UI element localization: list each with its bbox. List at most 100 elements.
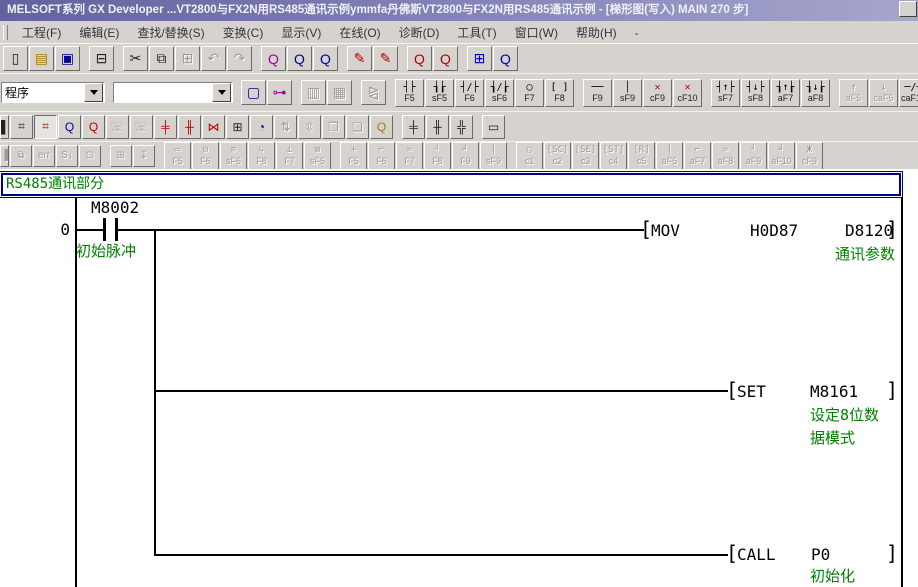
horizontal-line-button[interactable]: ── F9	[583, 79, 612, 107]
ladder-symbolic-view-button[interactable]: ⌗	[10, 115, 33, 139]
monitor-bar-button[interactable]: ▭	[482, 115, 505, 139]
sfc-delete-simultaneous-div-button[interactable]: = aF8	[712, 142, 739, 170]
project-data-list-button[interactable]: ⊞	[467, 46, 492, 71]
menubar-grip[interactable]	[3, 25, 8, 40]
data-type-combobox[interactable]: 程序	[1, 82, 105, 103]
block-grid-button[interactable]: ⊞	[110, 145, 132, 167]
sfc-simultaneous-divergence-button[interactable]: = F7	[396, 142, 423, 170]
doc-search-button[interactable]: ▢	[241, 80, 266, 105]
device-batch-button[interactable]: ⊞	[226, 115, 249, 139]
falling-pulse-branch-button[interactable]: ┧↓┟ aF8	[801, 79, 830, 107]
sfc-r-button[interactable]: [R] c5	[628, 142, 655, 170]
open-branch-button[interactable]: ┧┟ sF5	[425, 79, 454, 107]
declaration-insert-button[interactable]: ╬	[450, 115, 473, 139]
block-transfer-button[interactable]: ↧	[133, 145, 155, 167]
redo-button[interactable]: ↷	[227, 46, 252, 71]
paste-button[interactable]: ⊞	[175, 46, 200, 71]
sfc-selection-convergence-button[interactable]: ┘ F8	[424, 142, 451, 170]
menu-window[interactable]: 窗口(W)	[506, 23, 567, 43]
sfc-block-step-button[interactable]: ⊠ sF5	[304, 142, 331, 170]
device-zoom-button[interactable]: Q	[407, 46, 432, 71]
tb3-partial-button[interactable]: ▌	[0, 115, 9, 139]
copy-program-button[interactable]: ⧉	[10, 145, 32, 167]
comment-edit-button[interactable]: ✎	[347, 46, 372, 71]
new-project-button[interactable]: ▯	[3, 46, 28, 71]
write-mode-button[interactable]: Q	[82, 115, 105, 139]
invert-down-button[interactable]: ↓ caF5	[869, 79, 898, 107]
sfc-rule-write-button[interactable]: ▢ c1	[516, 142, 543, 170]
program-verify-button[interactable]: ⧎	[361, 80, 386, 105]
cut-button[interactable]: ✂	[123, 46, 148, 71]
application-instruction-button[interactable]: [ ] F8	[545, 79, 574, 107]
sfc-dummy-step-button[interactable]: ≡ sF6	[220, 142, 247, 170]
menu-diagnostics[interactable]: 诊断(D)	[390, 23, 449, 43]
closed-contact-button[interactable]: ┤/├ F6	[455, 79, 484, 107]
find-button[interactable]: Q	[261, 46, 286, 71]
menu-project[interactable]: 工程(F)	[13, 23, 70, 43]
step-break-button[interactable]: ⇳	[298, 115, 321, 139]
menu-help[interactable]: 帮助(H)	[567, 23, 626, 43]
device-find-button[interactable]: Q	[313, 46, 338, 71]
parameter-tree-button[interactable]: ⊶	[267, 80, 292, 105]
zoom-button[interactable]: Q	[433, 46, 458, 71]
falling-pulse-button[interactable]: ┤↓├ sF8	[741, 79, 770, 107]
statement-row[interactable]: RS485通讯部分	[1, 173, 901, 196]
menu-view[interactable]: 显示(V)	[272, 23, 330, 43]
ladder-edit-canvas[interactable]: RS485通讯部分 0 M8002 初始脉冲 [ MOV H0D87 D8120…	[0, 169, 918, 587]
menu-convert[interactable]: 变换(C)	[214, 23, 273, 43]
invert-result-button[interactable]: ─/─ caF10	[899, 79, 918, 107]
sfc-delete-simultaneous-conv-button[interactable]: ╛ aF10	[768, 142, 795, 170]
entry-data-monitor-button[interactable]: ◔	[250, 115, 273, 139]
sfc-initial-step-button[interactable]: ⊟ F6	[192, 142, 219, 170]
undo-button[interactable]: ↶	[201, 46, 226, 71]
sfc-jump-button[interactable]: ↳ F8	[248, 142, 275, 170]
window-cascade-button[interactable]: ❐	[322, 115, 345, 139]
chevron-down-icon[interactable]	[212, 83, 231, 102]
menu-minimized-dash[interactable]: -	[626, 23, 648, 43]
menu-edit[interactable]: 编辑(E)	[70, 23, 128, 43]
sfc-se-button[interactable]: [SE] c3	[572, 142, 599, 170]
sfc-vertical-line-button[interactable]: │ sF9	[480, 142, 507, 170]
sfc-sc-button[interactable]: [SC] c2	[544, 142, 571, 170]
ladder-edit-mode-button[interactable]: ⌗	[34, 115, 57, 139]
sfc-simultaneous-convergence-button[interactable]: ╛ F9	[452, 142, 479, 170]
delete-vertical-line-button[interactable]: ✕ cF10	[673, 79, 702, 107]
sfc-delete-selection-conv-button[interactable]: ┘ aF9	[740, 142, 767, 170]
open-contact-button[interactable]: ┤├ F5	[395, 79, 424, 107]
note-insert-button[interactable]: ╫	[426, 115, 449, 139]
menu-find-replace[interactable]: 查找/替换(S)	[128, 23, 213, 43]
monitor-write-mode-button[interactable]: ☏	[130, 115, 153, 139]
sfc-delete-vertical-button[interactable]: │ aF5	[656, 142, 683, 170]
sfc-delete-selection-div-button[interactable]: ⌐ aF7	[684, 142, 711, 170]
delete-horizontal-line-button[interactable]: ✕ cF9	[643, 79, 672, 107]
statement-insert-button[interactable]: ╪	[402, 115, 425, 139]
rising-pulse-branch-button[interactable]: ┧↑┟ aF7	[771, 79, 800, 107]
print-button[interactable]: ⊟	[89, 46, 114, 71]
rung-delete-button[interactable]: ⋈	[202, 115, 225, 139]
help-search-button[interactable]: Q	[493, 46, 518, 71]
sfc-st-button[interactable]: [ST] c4	[600, 142, 627, 170]
error-check-button[interactable]: err	[33, 145, 55, 167]
block-list-button[interactable]: ⊡	[79, 145, 101, 167]
rising-pulse-button[interactable]: ┤↑├ sF7	[711, 79, 740, 107]
statement-edit-button[interactable]: ✎	[373, 46, 398, 71]
sfc-delete-rule-button[interactable]: Ж cF9	[796, 142, 823, 170]
chevron-down-icon[interactable]	[84, 83, 103, 102]
data-name-combobox[interactable]	[113, 82, 233, 103]
step-run-button[interactable]: ⇅	[274, 115, 297, 139]
comment-search-button[interactable]: Q	[370, 115, 393, 139]
sfc-step-button[interactable]: ▭ F5	[164, 142, 191, 170]
window-tile-button[interactable]: ❏	[346, 115, 369, 139]
find-replace-button[interactable]: Q	[287, 46, 312, 71]
sfc-selection-divergence-button[interactable]: ⌐ F6	[368, 142, 395, 170]
read-mode-button[interactable]: Q	[58, 115, 81, 139]
rung-write-button[interactable]: ╫	[178, 115, 201, 139]
invert-up-button[interactable]: ↑ aF5	[839, 79, 868, 107]
closed-branch-button[interactable]: ┧/┟ sF6	[485, 79, 514, 107]
monitor-mode-button[interactable]: ☏	[106, 115, 129, 139]
vertical-line-button[interactable]: │ sF9	[613, 79, 642, 107]
menu-tools[interactable]: 工具(T)	[448, 23, 505, 43]
sfc-transition-button[interactable]: + F5	[340, 142, 367, 170]
open-project-button[interactable]: ▤	[29, 46, 54, 71]
save-project-button[interactable]: ▣	[55, 46, 80, 71]
